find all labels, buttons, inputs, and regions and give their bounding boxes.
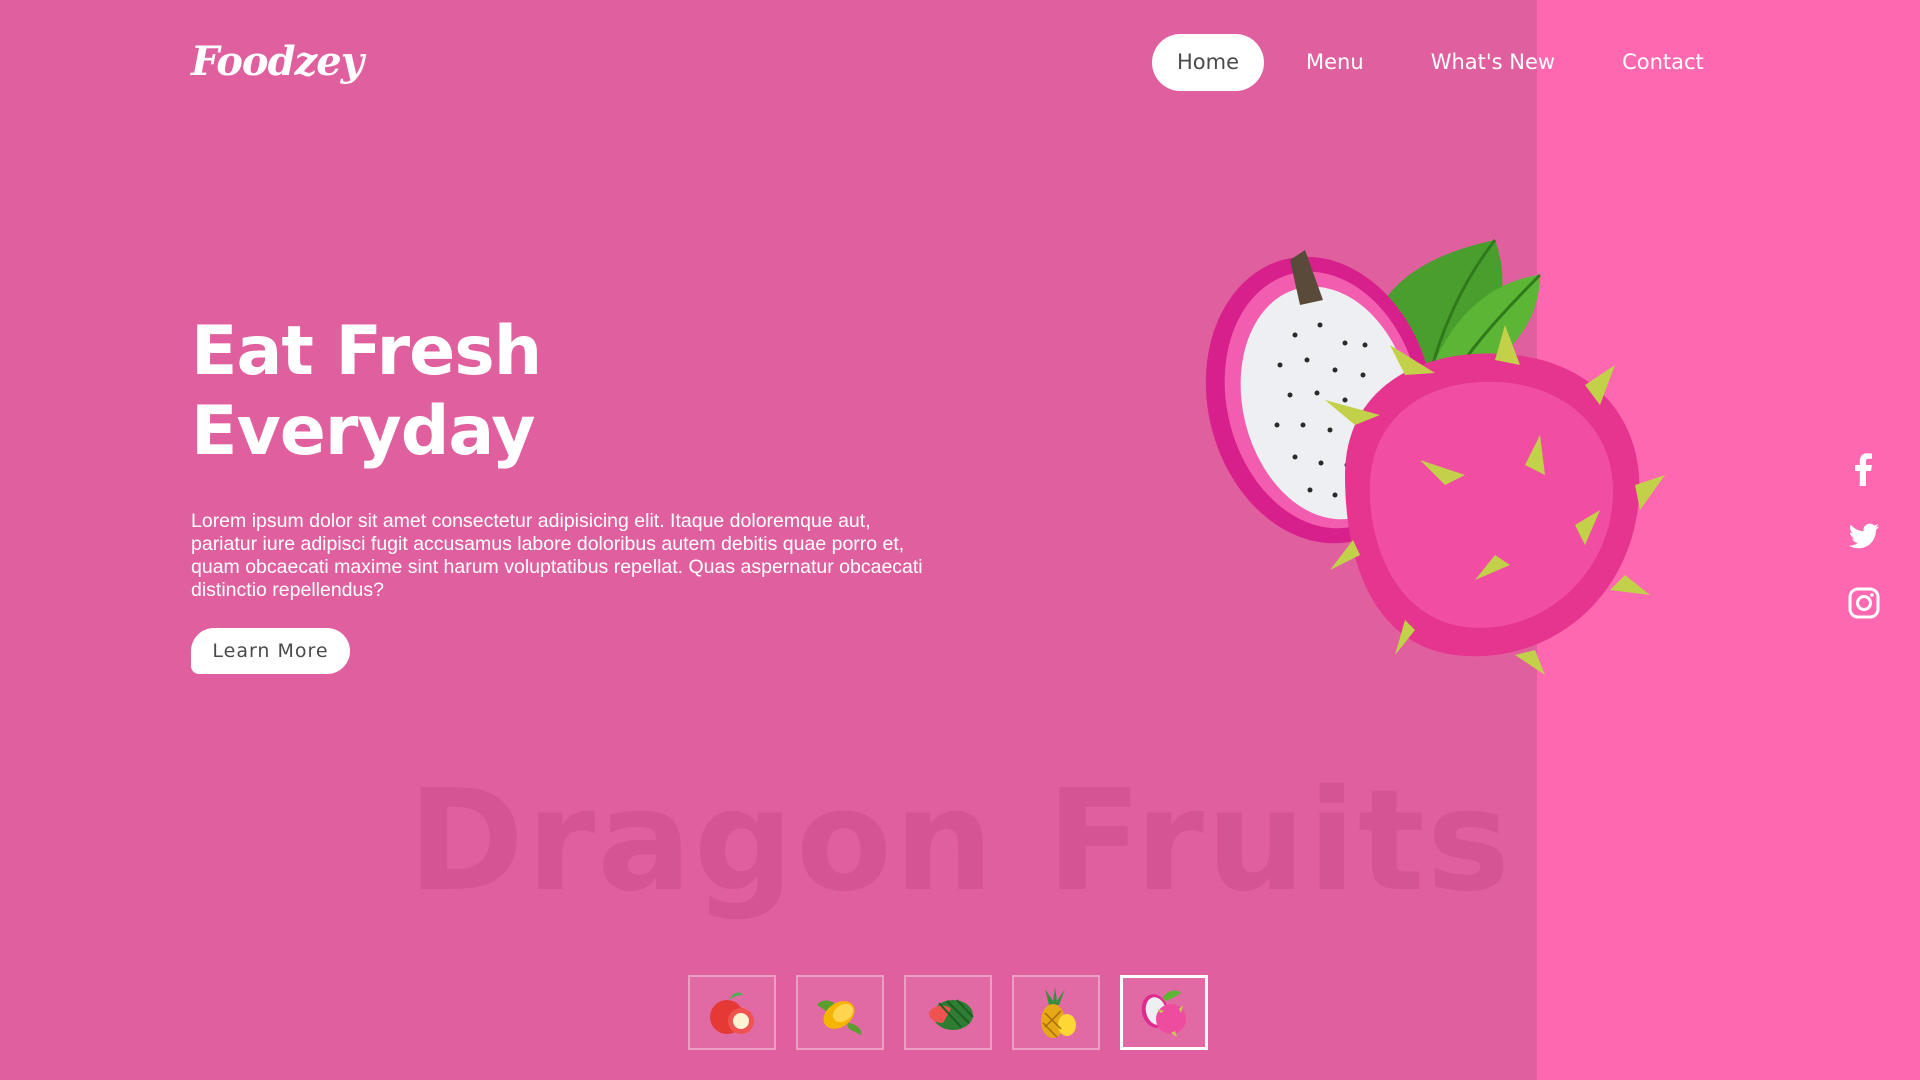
social-links [1845,450,1890,651]
watermelon-icon [929,998,974,1030]
watermelon-thumbnail[interactable] [904,975,992,1050]
dragon-fruit-icon [1141,989,1186,1037]
hero-headline: Eat Fresh Everyday [191,312,891,472]
nav-whats-new[interactable]: What's New [1406,34,1580,91]
brand-logo[interactable]: Foodzey [191,38,364,85]
hero-description: Lorem ipsum dolor sit amet consectetur a… [191,510,923,601]
fruit-watermark: Dragon Fruits [407,760,1513,923]
dragon-fruit-image [1205,239,1665,675]
instagram-icon[interactable] [1845,584,1883,622]
facebook-icon[interactable] [1845,450,1883,488]
apple-thumbnail[interactable] [688,975,776,1050]
mango-icon [817,1000,862,1035]
pineapple-thumbnail[interactable] [1012,975,1100,1050]
nav-contact[interactable]: Contact [1597,34,1729,91]
pineapple-icon [1041,986,1076,1038]
headline-line-1: Eat Fresh [191,312,542,391]
nav-menu[interactable]: Menu [1281,34,1389,91]
fruit-thumbnails [688,975,1228,1050]
learn-more-button[interactable]: Learn More [191,628,350,674]
main-nav: Home Menu What's New Contact [1152,34,1746,91]
twitter-icon[interactable] [1845,517,1883,555]
mango-thumbnail[interactable] [796,975,884,1050]
dragon-fruit-thumbnail[interactable] [1120,975,1208,1050]
headline-line-2: Everyday [191,392,536,471]
apple-icon [710,991,754,1034]
nav-home[interactable]: Home [1152,34,1265,91]
